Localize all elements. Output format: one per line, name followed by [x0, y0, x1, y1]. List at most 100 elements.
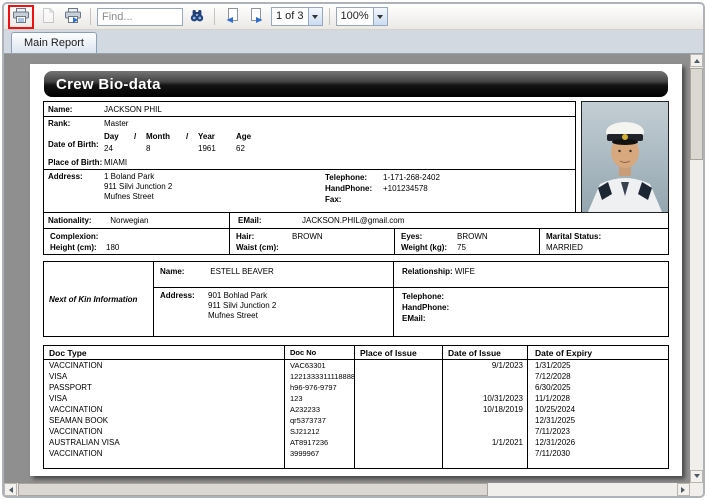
doc-row: VACCINATION SJ21212 7/11/2023 [44, 426, 668, 437]
date-of-issue-cell: 9/1/2023 [442, 360, 527, 371]
weight-label: Weight (kg): [395, 242, 457, 253]
doc-type-cell: SEAMAN BOOK [44, 415, 284, 426]
doc-row: VACCINATION 3999967 7/11/2030 [44, 448, 668, 459]
scroll-right-button[interactable] [677, 483, 690, 496]
horizontal-scrollbar[interactable] [4, 483, 690, 496]
kin-address-line: 911 Silvi Junction 2 [208, 301, 276, 311]
report-viewer-window: 1 of 3 100% Main Report Crew Bio-data [2, 2, 705, 498]
zoom-combo[interactable]: 100% [336, 7, 388, 26]
handphone-label: HandPhone: [325, 183, 383, 194]
kin-relationship-value: WIFE [455, 267, 475, 276]
page-combo-dropdown-button[interactable] [308, 8, 322, 25]
find-input[interactable] [97, 8, 183, 26]
arrow-right-icon [681, 487, 688, 493]
kin-relationship-label: Relationship: [402, 267, 453, 276]
name-value: JACKSON PHIL [104, 105, 162, 114]
nationality-row: Nationality: Norwegian EMail: JACKSON.PH… [43, 212, 669, 229]
kin-address-line: Mufnes Street [208, 311, 276, 321]
nationality-label: Nationality: [44, 216, 108, 225]
doc-no-header: Doc No [284, 346, 354, 360]
dob-month-value: 8 [146, 143, 186, 155]
kin-address-label: Address: [160, 291, 208, 336]
name-label: Name: [44, 105, 104, 114]
hair-value: BROWN [292, 232, 323, 241]
doc-no-cell: 123 [284, 393, 354, 404]
scroll-up-button[interactable] [690, 54, 703, 67]
scroll-down-button[interactable] [690, 470, 703, 483]
marital-status-value: MARRIED [540, 242, 668, 253]
date-of-issue-cell [442, 426, 527, 437]
kin-address-line: 901 Bohlad Park [208, 291, 276, 301]
vertical-scrollbar[interactable] [690, 54, 703, 483]
address-label: Address: [44, 172, 104, 181]
binoculars-icon [189, 8, 205, 26]
kin-email-label: EMail: [402, 313, 460, 324]
documents-header-row: Doc Type Doc No Place of Issue Date of I… [44, 346, 668, 360]
doc-no-cell: qr5373737 [284, 415, 354, 426]
rank-label: Rank: [44, 119, 104, 128]
physical-row: Complexion: Height (cm):180 Hair:BROWN W… [43, 228, 669, 255]
export-page-icon [41, 8, 55, 26]
zoom-level: 100% [337, 8, 373, 25]
age-value: 62 [236, 143, 286, 155]
telephone-label: Telephone: [325, 172, 383, 183]
date-of-expiry-cell: 10/25/2024 [527, 404, 668, 415]
complexion-label: Complexion: [44, 231, 106, 242]
page-indicator: 1 of 3 [272, 8, 308, 25]
place-of-issue-cell [354, 404, 442, 415]
kin-name-label: Name: [160, 267, 208, 276]
address-line: Mufnes Street [104, 192, 284, 202]
report-viewport: Crew Bio-data Name: JACKSON PHIL Rank: M… [4, 54, 703, 496]
doc-row: VACCINATION A232233 10/18/2019 10/25/202… [44, 404, 668, 415]
doc-type-cell: VACCINATION [44, 426, 284, 437]
tab-main-report[interactable]: Main Report [11, 32, 97, 53]
printer-icon [13, 8, 29, 26]
eyes-value: BROWN [457, 232, 488, 241]
date-of-issue-cell: 10/18/2019 [442, 404, 527, 415]
dob-year-value: 1961 [198, 143, 236, 155]
marital-status-label: Marital Status: [540, 231, 610, 242]
date-of-issue-cell [442, 371, 527, 382]
address-value: 1 Boland Park 911 Silvi Junction 2 Mufne… [104, 172, 284, 202]
arrow-down-icon [694, 474, 700, 481]
arrow-up-icon [694, 56, 700, 63]
next-page-icon [250, 8, 264, 26]
bio-block: Name: JACKSON PHIL Rank: Master Date of … [43, 101, 576, 213]
export-button[interactable] [37, 7, 59, 27]
kin-name-value: ESTELL BEAVER [210, 267, 274, 276]
page-number-combo[interactable]: 1 of 3 [271, 7, 323, 26]
age-header: Age [236, 131, 286, 143]
prev-page-button[interactable] [221, 7, 243, 27]
find-next-button[interactable] [186, 7, 208, 27]
place-of-issue-cell [354, 437, 442, 448]
next-of-kin-section-label: Next of Kin Information [44, 262, 154, 336]
page-setup-button[interactable] [62, 7, 84, 27]
pob-label: Place of Birth: [44, 158, 104, 167]
toolbar-separator [329, 8, 330, 25]
doc-type-cell: VISA [44, 371, 284, 382]
dob-year-header: Year [198, 131, 236, 143]
kin-telephone-label: Telephone: [402, 291, 460, 302]
next-page-button[interactable] [246, 7, 268, 27]
dob-label: Date of Birth: [44, 130, 104, 149]
email-label: EMail: [230, 216, 302, 225]
dob-day-header: Day [104, 131, 134, 143]
toolbar: 1 of 3 100% [4, 4, 703, 30]
date-of-expiry-header: Date of Expiry [527, 346, 668, 360]
zoom-combo-dropdown-button[interactable] [373, 8, 387, 25]
doc-no-cell: VAC63301 [284, 360, 354, 371]
date-of-expiry-cell: 1/31/2025 [527, 360, 668, 371]
doc-row: VISA 1221333311118888 7/12/2028 [44, 371, 668, 382]
chevron-down-icon [312, 15, 318, 22]
nationality-value: Norwegian [110, 216, 148, 225]
doc-type-cell: VACCINATION [44, 404, 284, 415]
vertical-scroll-thumb[interactable] [690, 68, 703, 160]
date-of-issue-cell [442, 382, 527, 393]
report-title-banner: Crew Bio-data [44, 71, 668, 97]
date-of-expiry-cell: 11/1/2028 [527, 393, 668, 404]
horizontal-scroll-thumb[interactable] [18, 483, 488, 496]
scroll-left-button[interactable] [4, 483, 17, 496]
date-of-expiry-cell: 7/11/2023 [527, 426, 668, 437]
place-of-issue-cell [354, 382, 442, 393]
print-button[interactable] [10, 7, 32, 27]
